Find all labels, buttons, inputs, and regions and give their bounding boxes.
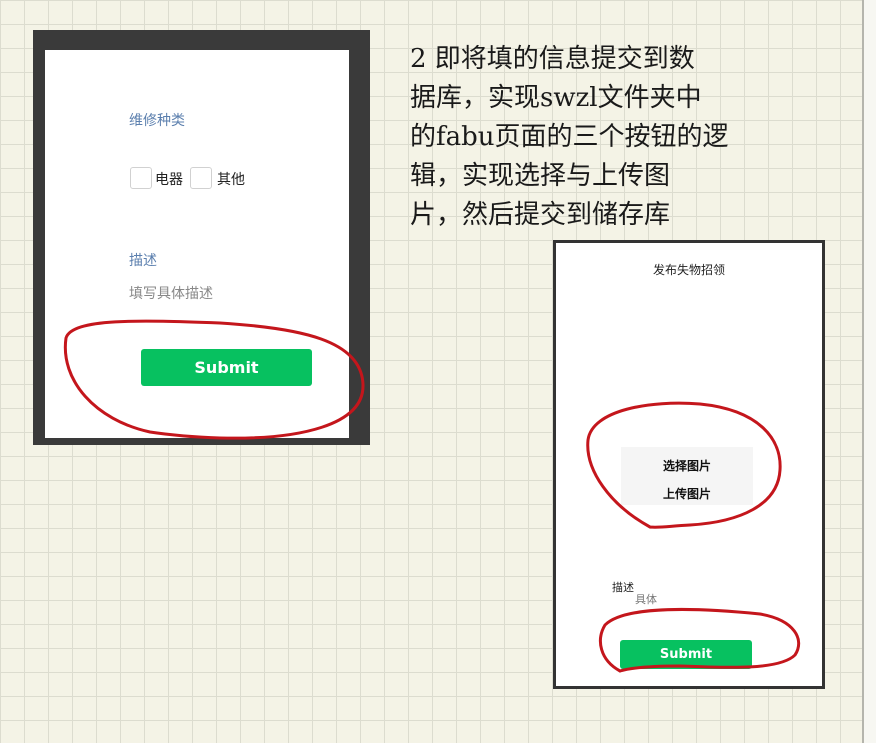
annotation-circle-image-buttons xyxy=(586,401,782,529)
annotation-circle-right-submit xyxy=(599,608,801,673)
red-circle-annotations xyxy=(63,319,801,673)
annotation-circle-left-submit xyxy=(63,319,365,440)
